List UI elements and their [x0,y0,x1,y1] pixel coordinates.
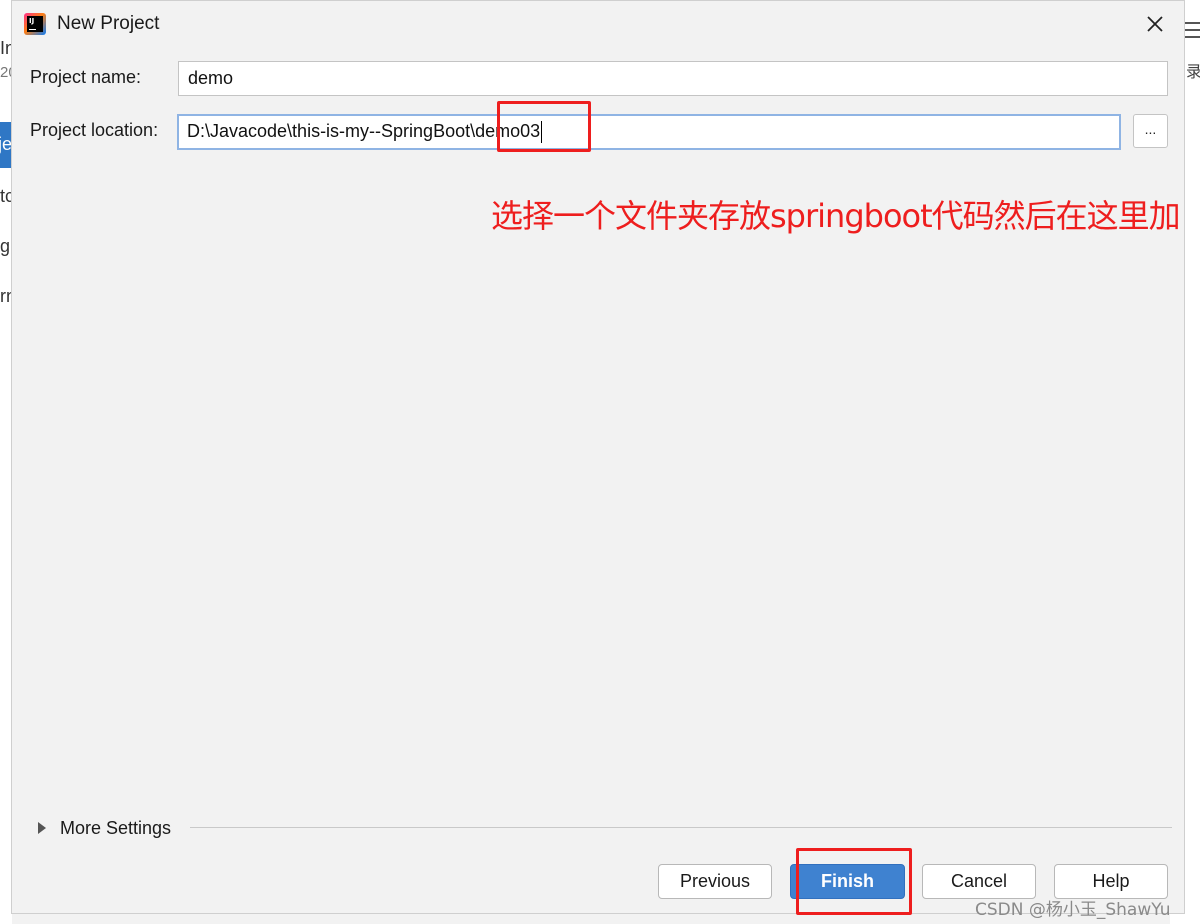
annotation-highlight-location [497,101,591,152]
cancel-button[interactable]: Cancel [922,864,1036,899]
expand-triangle-icon [38,822,46,834]
close-icon[interactable] [1144,13,1166,35]
annotation-highlight-finish [796,848,912,915]
more-settings-label: More Settings [60,817,172,838]
project-name-label: Project name: [30,67,142,87]
browse-button[interactable]: ... [1133,114,1168,148]
annotation-text: 选择一个文件夹存放springboot代码然后在这里加 [491,197,1181,235]
divider [190,827,1172,828]
bg-fragment: 录 [1186,62,1200,81]
dialog-titlebar[interactable]: IJ New Project [12,1,1184,47]
help-button[interactable]: Help [1054,864,1168,899]
new-project-dialog: IJ New Project Project name: demo Projec… [11,0,1185,915]
project-location-label: Project location: [30,120,159,140]
intellij-idea-icon: IJ [24,13,46,35]
more-settings-toggle[interactable]: More Settings [38,815,171,841]
dialog-title: New Project [57,13,160,34]
project-location-input[interactable]: D:\Javacode\this-is-my--SpringBoot\demo0… [177,114,1121,150]
previous-button[interactable]: Previous [658,864,772,899]
project-name-input[interactable]: demo [178,61,1168,96]
project-name-value: demo [188,68,234,88]
watermark: CSDN @杨小玉_ShawYu [975,900,1171,920]
project-location-value: D:\Javacode\this-is-my--SpringBoot\demo0… [187,121,541,141]
